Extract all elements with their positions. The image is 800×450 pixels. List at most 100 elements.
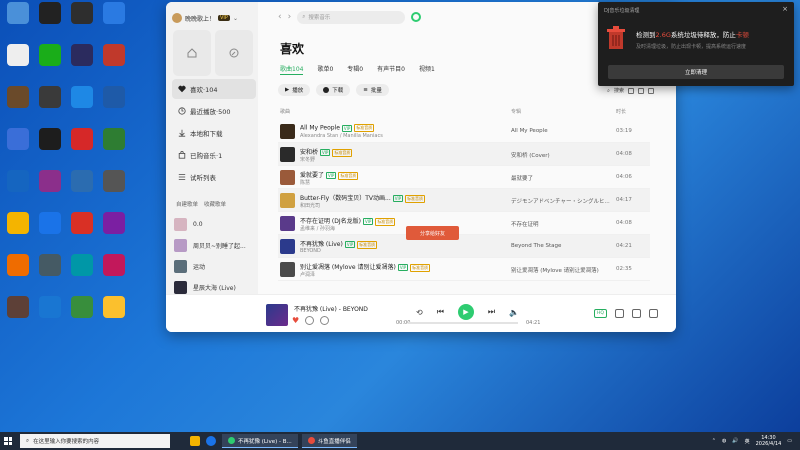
- user-name[interactable]: 晚晚歌上！: [185, 14, 215, 23]
- desktop-icon[interactable]: [66, 170, 98, 210]
- start-button[interactable]: [0, 432, 16, 450]
- song-artist[interactable]: Alexandra Stan / Manilla Maniacs: [300, 133, 383, 139]
- desktop-icon[interactable]: [98, 212, 130, 252]
- header-album[interactable]: 专辑: [511, 108, 521, 115]
- song-row[interactable]: 不存在证明 (DJ名龙版) VIP 标准音质 孟维来 / 孙羽海 不存在证明 04:08: [278, 212, 650, 235]
- comment-icon[interactable]: [305, 316, 315, 325]
- forward-arrow-icon[interactable]: ›: [288, 12, 292, 22]
- desktop-icon[interactable]: [34, 86, 66, 126]
- song-album[interactable]: デジモンアドベンチャー・シングルヒ...: [511, 197, 611, 205]
- song-cover[interactable]: [280, 170, 295, 185]
- song-row[interactable]: 不再犹豫 (Live) VIP 标准音质 BEYOND Beyond The Stage…: [278, 235, 650, 258]
- avatar[interactable]: [172, 13, 182, 23]
- nav-item-trial[interactable]: 试听列表: [172, 167, 256, 187]
- tab-own-playlists[interactable]: 自建歌单: [176, 200, 198, 208]
- user-profile[interactable]: 晚晚歌上！ VIP ⌄: [172, 11, 254, 25]
- sort-icon[interactable]: [648, 87, 654, 94]
- desktop-icon[interactable]: [2, 2, 34, 42]
- tab-1[interactable]: 歌单0: [317, 64, 333, 75]
- network-icon[interactable]: ◍: [722, 438, 726, 444]
- listen-recognize-icon[interactable]: [411, 12, 422, 22]
- song-row[interactable]: All My People VIP 标准音质 Alexandra Stan / Man…: [278, 120, 650, 143]
- song-album[interactable]: 最就要了: [511, 174, 611, 182]
- notification-center-icon[interactable]: ▭: [787, 438, 792, 444]
- ime-indicator[interactable]: 英: [745, 438, 750, 445]
- nav-item-local[interactable]: 本地和下载: [172, 123, 256, 143]
- song-row[interactable]: Butter-Fly（数码宝贝）TV动画... VIP 标准音质 和田光司 デジモンアド…: [278, 189, 650, 212]
- volume-icon[interactable]: 🔈: [509, 308, 519, 317]
- song-cover[interactable]: [280, 239, 295, 254]
- desktop-icon[interactable]: [2, 254, 34, 294]
- vip-badge[interactable]: VIP: [218, 15, 230, 21]
- desktop-icon[interactable]: [98, 170, 130, 210]
- next-icon[interactable]: ⏭: [488, 307, 495, 317]
- song-row[interactable]: 安和桥 VIP 标准音质 宋冬野 安和桥 (Cover) 04:08: [278, 143, 650, 166]
- now-playing-title[interactable]: 不再犹豫 (Live) - BEYOND: [294, 304, 368, 313]
- progress-bar[interactable]: [408, 322, 518, 324]
- list-search-label[interactable]: 搜索: [614, 87, 624, 94]
- desktop-icon[interactable]: [66, 86, 98, 126]
- song-cover[interactable]: [280, 147, 295, 162]
- song-artist[interactable]: 孟维来 / 孙羽海: [300, 225, 335, 232]
- batch-button[interactable]: ≡ 批量: [356, 84, 389, 96]
- discover-button[interactable]: [215, 30, 253, 76]
- desktop-icon[interactable]: [34, 254, 66, 294]
- desktop-icon[interactable]: [34, 296, 66, 336]
- previous-icon[interactable]: ⏮: [437, 307, 444, 317]
- tab-2[interactable]: 专辑0: [347, 64, 363, 75]
- nav-item-recent[interactable]: 最近播放·500: [172, 101, 256, 121]
- clock[interactable]: 14:30 2026/4/14: [756, 435, 782, 447]
- lyrics-icon[interactable]: [631, 309, 641, 318]
- song-row[interactable]: 爱就要了 VIP 标准音质 陈慧 最就要了 04:06: [278, 166, 650, 189]
- desktop-icon[interactable]: [2, 212, 34, 252]
- desktop-icon[interactable]: [98, 128, 130, 168]
- song-artist[interactable]: 陈慧: [300, 179, 310, 186]
- desktop-icon[interactable]: [98, 2, 130, 42]
- repeat-icon[interactable]: ⟲: [416, 308, 423, 317]
- effects-icon[interactable]: [614, 309, 624, 318]
- nav-item-liked[interactable]: 喜欢·104: [172, 79, 256, 99]
- heart-icon[interactable]: ♥: [292, 316, 299, 325]
- list-view-icon[interactable]: [628, 87, 634, 94]
- desktop-icon[interactable]: [2, 296, 34, 336]
- more-icon[interactable]: [320, 316, 330, 325]
- store-icon[interactable]: [190, 436, 200, 446]
- song-row[interactable]: 别让爱凋落 (Mylove 请别让爱凋落) VIP 标准音质 卢润泽 别让爱凋落 (My…: [278, 258, 650, 281]
- song-cover[interactable]: [280, 216, 295, 231]
- song-album[interactable]: Beyond The Stage: [511, 243, 611, 249]
- desktop-icon[interactable]: [34, 170, 66, 210]
- desktop-icon[interactable]: [66, 44, 98, 84]
- playlist-item[interactable]: 0.0: [174, 214, 256, 235]
- desktop-icon[interactable]: [98, 296, 130, 336]
- now-playing-cover[interactable]: [266, 304, 288, 326]
- song-title-cell[interactable]: All My People VIP 标准音质: [300, 124, 375, 132]
- song-cover[interactable]: [280, 193, 295, 208]
- close-icon[interactable]: ×: [782, 5, 788, 13]
- playlist-item[interactable]: 周贝贝~别睡了起...: [174, 235, 256, 256]
- desktop-icon[interactable]: [2, 86, 34, 126]
- playlist-queue-icon[interactable]: [648, 309, 658, 318]
- desktop-icon[interactable]: [66, 2, 98, 42]
- nav-item-purchased[interactable]: 已购音乐·1: [172, 145, 256, 165]
- quality-badge[interactable]: HQ: [594, 309, 607, 318]
- desktop-icon[interactable]: [34, 2, 66, 42]
- header-duration[interactable]: 时长: [616, 108, 626, 115]
- desktop-icon[interactable]: [98, 86, 130, 126]
- song-title-cell[interactable]: 别让爱凋落 (Mylove 请别让爱凋落) VIP 标准音质: [300, 262, 431, 272]
- clean-now-button[interactable]: 立即清理: [608, 65, 784, 79]
- desktop-icon[interactable]: [34, 128, 66, 168]
- song-artist[interactable]: 宋冬野: [300, 156, 315, 163]
- tab-3[interactable]: 有声节目0: [377, 64, 405, 75]
- volume-icon[interactable]: 🔊: [732, 438, 738, 444]
- taskbar-search[interactable]: ⌕ 在这里输入你要搜索的内容: [20, 434, 170, 448]
- song-artist[interactable]: 卢润泽: [300, 271, 315, 278]
- desktop-icon[interactable]: [2, 128, 34, 168]
- edge-icon[interactable]: [206, 436, 216, 446]
- play-button[interactable]: ▶: [457, 304, 474, 320]
- download-button[interactable]: 下载: [316, 84, 351, 96]
- taskbar-window[interactable]: 不再犹豫 (Live) - B...: [222, 434, 298, 448]
- back-arrow-icon[interactable]: ‹: [278, 12, 282, 22]
- tab-4[interactable]: 视频1: [419, 64, 435, 75]
- desktop-icon[interactable]: [66, 212, 98, 252]
- taskbar-window[interactable]: 斗鱼直播伴侣: [301, 434, 357, 448]
